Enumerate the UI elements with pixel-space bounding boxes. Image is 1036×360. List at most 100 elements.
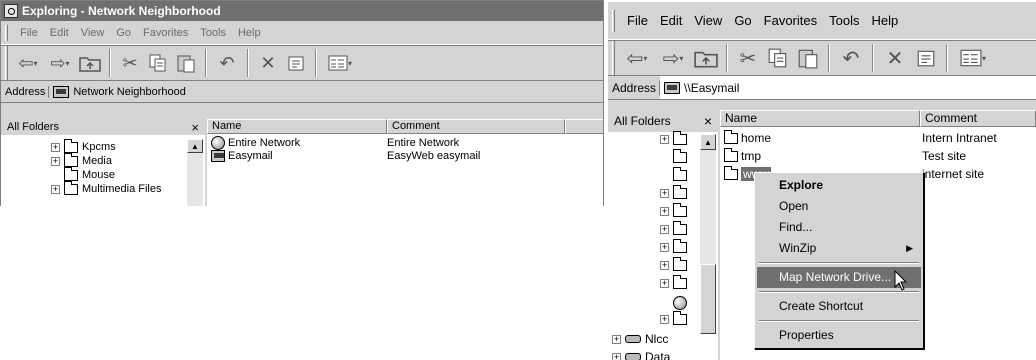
back-icon[interactable]: ⇦ ▾ (619, 46, 655, 71)
scroll-up-icon[interactable]: ▲ (187, 139, 203, 153)
expand-icon[interactable]: + (660, 135, 669, 144)
tree-item-drive[interactable]: + Data (612, 350, 670, 360)
tree-item-drive[interactable]: + Nlcc (612, 332, 668, 346)
context-winzip[interactable]: WinZip ▶ (757, 238, 921, 259)
expand-icon[interactable]: + (612, 352, 621, 360)
views-icon[interactable]: ▾ (322, 55, 358, 71)
paste-icon[interactable] (793, 47, 823, 69)
paste-icon[interactable] (172, 53, 200, 73)
delete-icon[interactable]: ✕ (254, 53, 282, 74)
scroll-thumb[interactable] (700, 264, 716, 334)
column-name[interactable]: Name (207, 119, 387, 134)
copy-icon[interactable] (763, 47, 793, 69)
tree-item[interactable]: + Media (51, 152, 112, 167)
menu-favorites[interactable]: Favorites (137, 27, 194, 39)
column-comment[interactable]: Comment (920, 110, 1036, 127)
menu-go[interactable]: Go (728, 13, 757, 28)
toolbar-separator (247, 49, 249, 77)
column-comment[interactable]: Comment (387, 119, 565, 134)
expand-icon[interactable]: + (660, 279, 669, 288)
tree-item[interactable]: + (660, 203, 687, 217)
context-create-shortcut[interactable]: Create Shortcut (757, 296, 921, 317)
tree-item[interactable] (673, 296, 687, 310)
context-winzip-label: WinZip (779, 241, 817, 255)
menu-grip (612, 9, 615, 32)
menu-file[interactable]: File (621, 13, 654, 28)
tree-close-button[interactable]: × (704, 113, 712, 129)
back-icon[interactable]: ⇦ ▾ (12, 53, 44, 74)
up-folder-icon[interactable] (76, 54, 104, 72)
drive-icon (625, 335, 641, 343)
tree-item[interactable]: + (660, 275, 687, 289)
scroll-up-icon[interactable]: ▲ (700, 134, 716, 150)
menu-tools[interactable]: Tools (194, 27, 232, 39)
expand-icon[interactable]: + (660, 243, 669, 252)
tree-item[interactable] (673, 149, 687, 163)
tree-item[interactable] (673, 167, 687, 181)
menu-help[interactable]: Help (865, 13, 904, 28)
expand-icon[interactable]: + (51, 184, 60, 194)
tree-item[interactable]: + (660, 221, 687, 235)
tree-scrollbar[interactable]: ▲ (700, 134, 716, 334)
computer-icon (211, 150, 225, 162)
address-label: Address (1, 85, 50, 98)
folder-icon (673, 221, 687, 235)
forward-icon[interactable]: ⇨ ▾ (44, 53, 76, 74)
menu-tools[interactable]: Tools (823, 13, 865, 28)
forward-icon[interactable]: ⇨ ▾ (655, 46, 691, 71)
list-item[interactable]: Easymail EasyWeb easymail (211, 150, 480, 162)
context-properties[interactable]: Properties (757, 325, 921, 346)
list-item[interactable]: home Intern Intranet (724, 129, 997, 145)
tree-item[interactable]: + (660, 257, 687, 271)
expand-icon[interactable]: + (51, 142, 60, 152)
menu-edit[interactable]: Edit (44, 27, 75, 39)
address-field[interactable]: \\Easymail (660, 76, 1036, 99)
menu-favorites[interactable]: Favorites (758, 13, 823, 28)
tree-item[interactable]: + (660, 185, 687, 199)
properties-icon[interactable] (282, 54, 310, 72)
expand-icon[interactable]: + (660, 315, 669, 324)
menu-view[interactable]: View (688, 13, 728, 28)
title-bar[interactable]: Exploring - Network Neighborhood (1, 1, 603, 21)
tree-item[interactable]: + Kpcms (51, 138, 116, 153)
context-open[interactable]: Open (757, 196, 921, 217)
expand-icon[interactable]: + (660, 225, 669, 234)
menu-view[interactable]: View (75, 27, 111, 39)
column-filler (565, 119, 603, 134)
tree-item[interactable]: + (660, 239, 687, 253)
up-folder-icon[interactable] (691, 48, 721, 68)
tree-item-label: Media (82, 155, 112, 167)
tree-scrollbar[interactable]: ▲ (187, 139, 203, 206)
menu-edit[interactable]: Edit (654, 13, 688, 28)
list-item[interactable]: Entire Network Entire Network (211, 136, 459, 150)
tree-item[interactable]: + (660, 131, 687, 145)
folder-icon (673, 149, 687, 163)
menu-file[interactable]: File (14, 27, 44, 39)
copy-icon[interactable] (144, 53, 172, 73)
tree-item[interactable]: Mouse (64, 166, 115, 181)
context-find[interactable]: Find... (757, 217, 921, 238)
context-explore[interactable]: Explore (757, 175, 921, 196)
tree-item[interactable]: + (660, 311, 687, 325)
views-icon[interactable]: ▾ (953, 49, 993, 67)
expand-icon[interactable]: + (51, 156, 60, 166)
cut-icon[interactable]: ✂ (116, 53, 144, 74)
network-neighborhood-icon (53, 85, 70, 98)
cut-icon[interactable]: ✂ (733, 46, 763, 71)
list-item[interactable]: tmp Test site (724, 147, 966, 163)
expand-icon[interactable]: + (660, 189, 669, 198)
column-name[interactable]: Name (720, 110, 920, 127)
undo-icon[interactable]: ↶ (835, 46, 867, 71)
folder-icon (724, 165, 738, 180)
properties-icon[interactable] (911, 48, 941, 68)
tree-close-button[interactable]: × (191, 120, 199, 135)
delete-icon[interactable]: ✕ (879, 46, 911, 71)
address-field[interactable]: Network Neighborhood (49, 81, 603, 102)
expand-icon[interactable]: + (612, 334, 621, 344)
expand-icon[interactable]: + (660, 261, 669, 270)
tree-item[interactable]: + Multimedia Files (51, 180, 161, 195)
menu-go[interactable]: Go (110, 27, 137, 39)
undo-icon[interactable]: ↶ (212, 53, 242, 74)
menu-help[interactable]: Help (232, 27, 267, 39)
expand-icon[interactable]: + (660, 207, 669, 216)
